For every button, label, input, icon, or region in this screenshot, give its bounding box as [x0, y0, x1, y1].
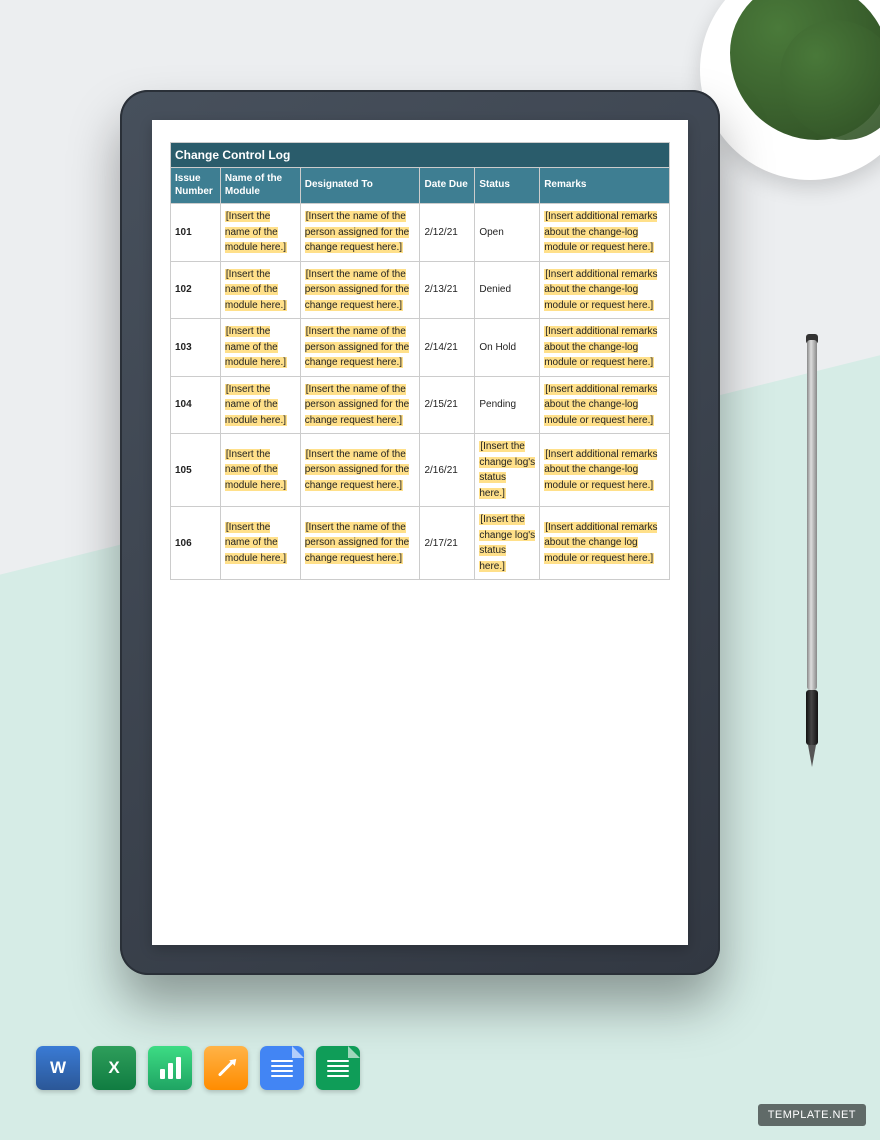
cell-status: On Hold	[475, 319, 540, 377]
header-status: Status	[475, 168, 540, 204]
cell-date: 2/16/21	[420, 434, 475, 507]
cell-date: 2/17/21	[420, 507, 475, 580]
cell-date: 2/12/21	[420, 204, 475, 262]
table-row: 106[Insert the name of the module here.]…	[171, 507, 670, 580]
cell-remarks: [Insert additional remarks about the cha…	[540, 204, 670, 262]
cell-issue: 103	[171, 319, 221, 377]
cell-designated: [Insert the name of the person assigned …	[300, 204, 420, 262]
cell-designated: [Insert the name of the person assigned …	[300, 376, 420, 434]
cell-date: 2/13/21	[420, 261, 475, 319]
cell-remarks: [Insert additional remarks about the cha…	[540, 434, 670, 507]
cell-date: 2/14/21	[420, 319, 475, 377]
cell-issue: 105	[171, 434, 221, 507]
cell-status: [Insert the change log's status here.]	[475, 434, 540, 507]
document-page: Change Control Log Issue Number Name of …	[152, 120, 688, 945]
cell-module: [Insert the name of the module here.]	[220, 507, 300, 580]
header-date: Date Due	[420, 168, 475, 204]
cell-status: Denied	[475, 261, 540, 319]
word-letter: W	[50, 1058, 66, 1078]
cell-remarks: [Insert additional remarks about the cha…	[540, 376, 670, 434]
table-row: 102[Insert the name of the module here.]…	[171, 261, 670, 319]
table-row: 104[Insert the name of the module here.]…	[171, 376, 670, 434]
app-icons-row: W X	[36, 1046, 360, 1090]
cell-remarks: [Insert additional remarks about the cha…	[540, 319, 670, 377]
cell-remarks: [Insert additional remarks about the cha…	[540, 261, 670, 319]
table-row: 105[Insert the name of the module here.]…	[171, 434, 670, 507]
table-row: 101[Insert the name of the module here.]…	[171, 204, 670, 262]
cell-status: Pending	[475, 376, 540, 434]
cell-issue: 104	[171, 376, 221, 434]
table-title: Change Control Log	[171, 143, 670, 168]
header-designated: Designated To	[300, 168, 420, 204]
numbers-icon[interactable]	[148, 1046, 192, 1090]
tablet-frame: Change Control Log Issue Number Name of …	[120, 90, 720, 975]
header-remarks: Remarks	[540, 168, 670, 204]
table-row: 103[Insert the name of the module here.]…	[171, 319, 670, 377]
pen-decoration	[804, 340, 820, 770]
cell-module: [Insert the name of the module here.]	[220, 376, 300, 434]
cell-status: [Insert the change log's status here.]	[475, 507, 540, 580]
cell-designated: [Insert the name of the person assigned …	[300, 261, 420, 319]
cell-module: [Insert the name of the module here.]	[220, 204, 300, 262]
cell-issue: 102	[171, 261, 221, 319]
cell-date: 2/15/21	[420, 376, 475, 434]
cell-designated: [Insert the name of the person assigned …	[300, 319, 420, 377]
header-issue: Issue Number	[171, 168, 221, 204]
cell-issue: 106	[171, 507, 221, 580]
watermark: TEMPLATE.NET	[758, 1104, 866, 1126]
cell-issue: 101	[171, 204, 221, 262]
cell-module: [Insert the name of the module here.]	[220, 261, 300, 319]
google-docs-icon[interactable]	[260, 1046, 304, 1090]
word-icon[interactable]: W	[36, 1046, 80, 1090]
excel-icon[interactable]: X	[92, 1046, 136, 1090]
cell-remarks: [Insert additional remarks about the cha…	[540, 507, 670, 580]
cell-status: Open	[475, 204, 540, 262]
pages-icon[interactable]	[204, 1046, 248, 1090]
change-control-table: Change Control Log Issue Number Name of …	[170, 142, 670, 580]
cell-module: [Insert the name of the module here.]	[220, 434, 300, 507]
excel-letter: X	[108, 1058, 119, 1078]
cell-module: [Insert the name of the module here.]	[220, 319, 300, 377]
cell-designated: [Insert the name of the person assigned …	[300, 434, 420, 507]
google-sheets-icon[interactable]	[316, 1046, 360, 1090]
header-module: Name of the Module	[220, 168, 300, 204]
cell-designated: [Insert the name of the person assigned …	[300, 507, 420, 580]
